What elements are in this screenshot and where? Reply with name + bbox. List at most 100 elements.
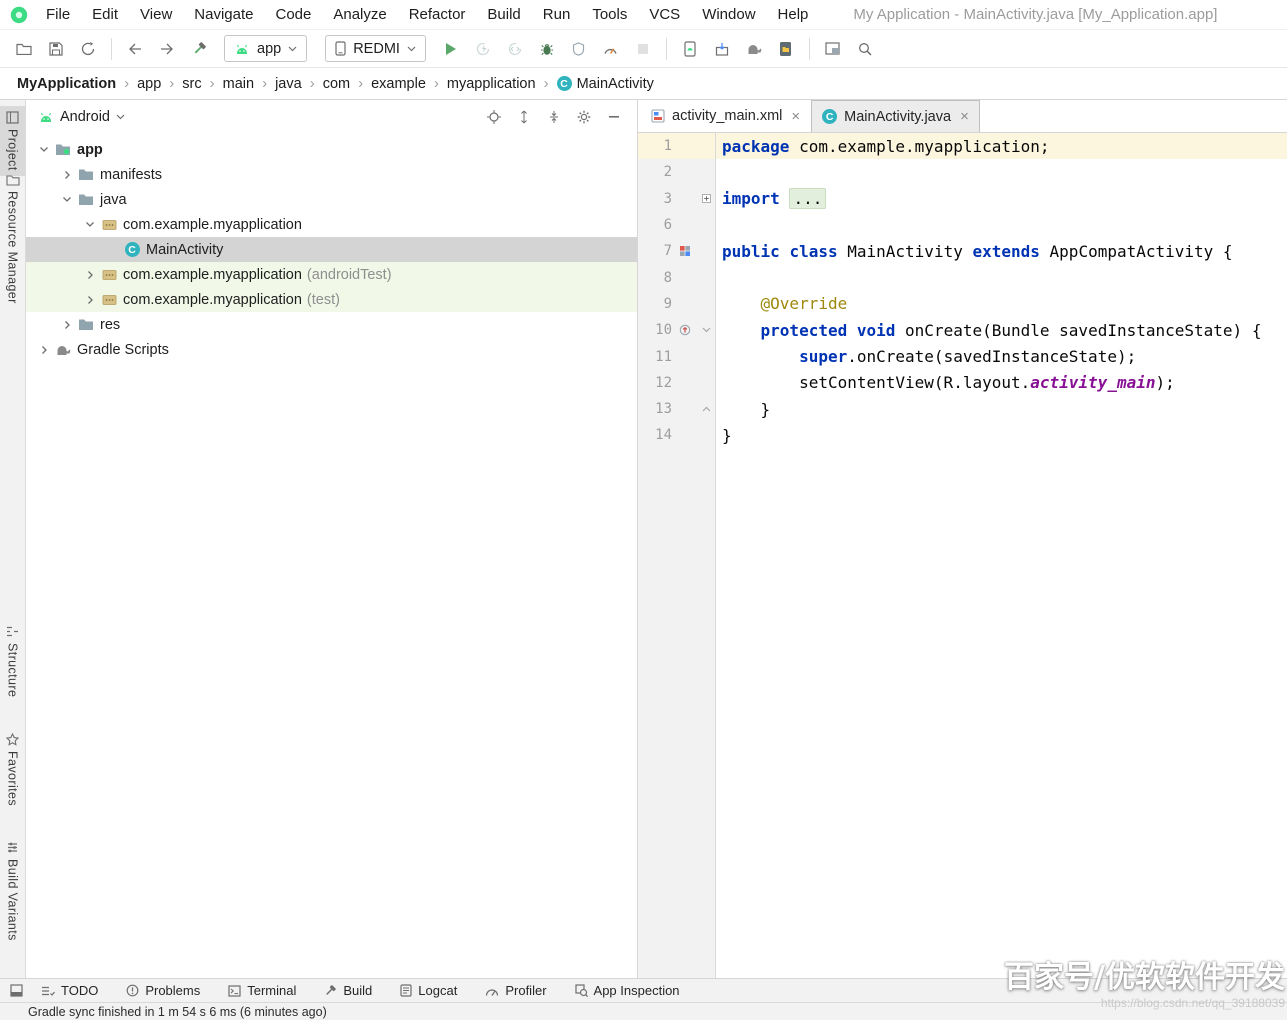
breadcrumb-item-com[interactable]: com <box>320 75 353 93</box>
fold-plus-icon[interactable] <box>698 194 714 204</box>
debug-icon[interactable] <box>531 35 563 63</box>
fold-down-icon[interactable] <box>698 327 714 333</box>
run-coverage-icon[interactable] <box>563 35 595 63</box>
tree-item-com-example-myapplication-androidtest[interactable]: com.example.myapplication (androidTest) <box>26 262 637 287</box>
tool-stripe-build-variants[interactable]: Build Variants <box>0 836 25 946</box>
breadcrumb-item-example[interactable]: example <box>368 75 429 93</box>
menu-item-file[interactable]: File <box>35 3 81 26</box>
close-tab-icon[interactable]: × <box>960 108 969 125</box>
tree-item-gradle-scripts[interactable]: Gradle Scripts <box>26 337 637 362</box>
tool-stripe-project[interactable]: Project <box>0 106 25 176</box>
run-config-select[interactable]: app <box>224 35 308 62</box>
toolwindow-button-profiler[interactable]: Profiler <box>471 979 560 1002</box>
menu-item-window[interactable]: Window <box>691 3 766 26</box>
sdk-manager-icon[interactable] <box>706 35 738 63</box>
menu-item-edit[interactable]: Edit <box>81 3 129 26</box>
back-icon[interactable] <box>119 35 151 63</box>
code-line-2[interactable]: 2 <box>638 159 1287 186</box>
code-line-9[interactable]: 9 @Override <box>638 290 1287 318</box>
layout-inspector-icon[interactable] <box>817 35 849 63</box>
chevron-right-icon[interactable] <box>82 295 98 305</box>
hide-icon[interactable] <box>600 105 627 129</box>
project-view-selector[interactable]: Android <box>60 109 110 125</box>
chevron-right-icon[interactable] <box>59 170 75 180</box>
build-hammer-icon[interactable] <box>183 35 215 63</box>
chevron-right-icon[interactable] <box>82 270 98 280</box>
menu-item-run[interactable]: Run <box>532 3 582 26</box>
menu-item-help[interactable]: Help <box>767 3 820 26</box>
breadcrumb-item-java[interactable]: java <box>272 75 305 93</box>
menu-item-code[interactable]: Code <box>264 3 322 26</box>
toolwindow-button-build[interactable]: Build <box>310 979 386 1002</box>
menu-item-tools[interactable]: Tools <box>581 3 638 26</box>
tree-item-manifests[interactable]: manifests <box>26 162 637 187</box>
chevron-down-icon[interactable] <box>36 146 52 153</box>
chevron-down-icon[interactable] <box>82 221 98 228</box>
code-line-14[interactable]: 14} <box>638 422 1287 449</box>
code-line-12[interactable]: 12 setContentView(R.layout.activity_main… <box>638 369 1287 396</box>
gradle-sync-icon[interactable] <box>738 35 770 63</box>
fold-up-icon[interactable] <box>698 406 714 412</box>
device-select[interactable]: REDMI <box>325 35 426 62</box>
toolwindow-button-app-inspection[interactable]: App Inspection <box>561 979 694 1002</box>
avd-manager-icon[interactable] <box>674 35 706 63</box>
menu-item-view[interactable]: View <box>129 3 183 26</box>
settings-icon[interactable] <box>570 105 597 129</box>
toolwindow-button-todo[interactable]: TODO <box>27 979 112 1002</box>
run-icon[interactable] <box>435 35 467 63</box>
tree-item-java[interactable]: java <box>26 187 637 212</box>
code-line-8[interactable]: 8 <box>638 264 1287 291</box>
apply-code-changes-icon[interactable] <box>499 35 531 63</box>
menu-item-navigate[interactable]: Navigate <box>183 3 264 26</box>
code-line-3[interactable]: 3 import ... <box>638 185 1287 212</box>
menu-item-vcs[interactable]: VCS <box>638 3 691 26</box>
tool-stripe-favorites[interactable]: Favorites <box>0 728 25 811</box>
chevron-right-icon[interactable] <box>59 320 75 330</box>
override-gutter-icon[interactable] <box>672 324 698 336</box>
open-icon[interactable] <box>8 35 40 63</box>
tool-stripe-resource-manager[interactable]: Resource Manager <box>0 170 25 309</box>
expand-all-icon[interactable] <box>510 105 537 129</box>
code-line-7[interactable]: 7 public class MainActivity extends AppCo… <box>638 238 1287 265</box>
breadcrumb-item-src[interactable]: src <box>179 75 204 93</box>
toolwindow-button-logcat[interactable]: Logcat <box>386 979 471 1002</box>
breadcrumb-item-app[interactable]: app <box>134 75 164 93</box>
tree-item-com-example-myapplication[interactable]: com.example.myapplication <box>26 212 637 237</box>
menu-item-refactor[interactable]: Refactor <box>398 3 477 26</box>
code-line-10[interactable]: 10 protected void onCreate(Bundle savedI… <box>638 317 1287 344</box>
toolwindow-switcher-icon[interactable] <box>10 984 23 997</box>
code-line-6[interactable]: 6 <box>638 211 1287 239</box>
profile-icon[interactable] <box>595 35 627 63</box>
breadcrumb-item-myapplication[interactable]: myapplication <box>444 75 539 93</box>
toolwindow-button-problems[interactable]: Problems <box>112 979 214 1002</box>
apply-changes-icon[interactable] <box>467 35 499 63</box>
chevron-down-icon[interactable] <box>59 196 75 203</box>
tree-item-com-example-myapplication-test[interactable]: com.example.myapplication (test) <box>26 287 637 312</box>
toolwindow-button-terminal[interactable]: Terminal <box>214 979 310 1002</box>
device-file-explorer-icon[interactable] <box>770 35 802 63</box>
breadcrumb-item-myapplication[interactable]: MyApplication <box>14 75 119 93</box>
tool-stripe-structure[interactable]: Structure <box>0 620 25 702</box>
sync-icon[interactable] <box>72 35 104 63</box>
related-resource-gutter-icon[interactable] <box>672 245 698 257</box>
breadcrumb-item-mainactivity[interactable]: C MainActivity <box>554 75 657 93</box>
save-icon[interactable] <box>40 35 72 63</box>
search-icon[interactable] <box>849 35 881 63</box>
breadcrumb-item-main[interactable]: main <box>220 75 257 93</box>
menu-item-analyze[interactable]: Analyze <box>322 3 397 26</box>
collapse-all-icon[interactable] <box>540 105 567 129</box>
code-line-1[interactable]: 1 package com.example.myapplication; <box>638 133 1287 160</box>
close-tab-icon[interactable]: × <box>791 108 800 125</box>
tree-item-res[interactable]: res <box>26 312 637 337</box>
tree-item-app[interactable]: app <box>26 137 637 162</box>
locate-icon[interactable] <box>480 105 507 129</box>
chevron-right-icon[interactable] <box>36 345 52 355</box>
forward-icon[interactable] <box>151 35 183 63</box>
code-line-11[interactable]: 11 super.onCreate(savedInstanceState); <box>638 343 1287 370</box>
menu-item-build[interactable]: Build <box>476 3 531 26</box>
code-line-13[interactable]: 13 } <box>638 395 1287 423</box>
tab-activity-main-xml[interactable]: activity_main.xml × <box>640 100 811 132</box>
tree-item-mainactivity[interactable]: C MainActivity <box>26 237 637 262</box>
tab-mainactivity-java[interactable]: C MainActivity.java × <box>811 100 980 132</box>
stop-icon[interactable] <box>627 35 659 63</box>
